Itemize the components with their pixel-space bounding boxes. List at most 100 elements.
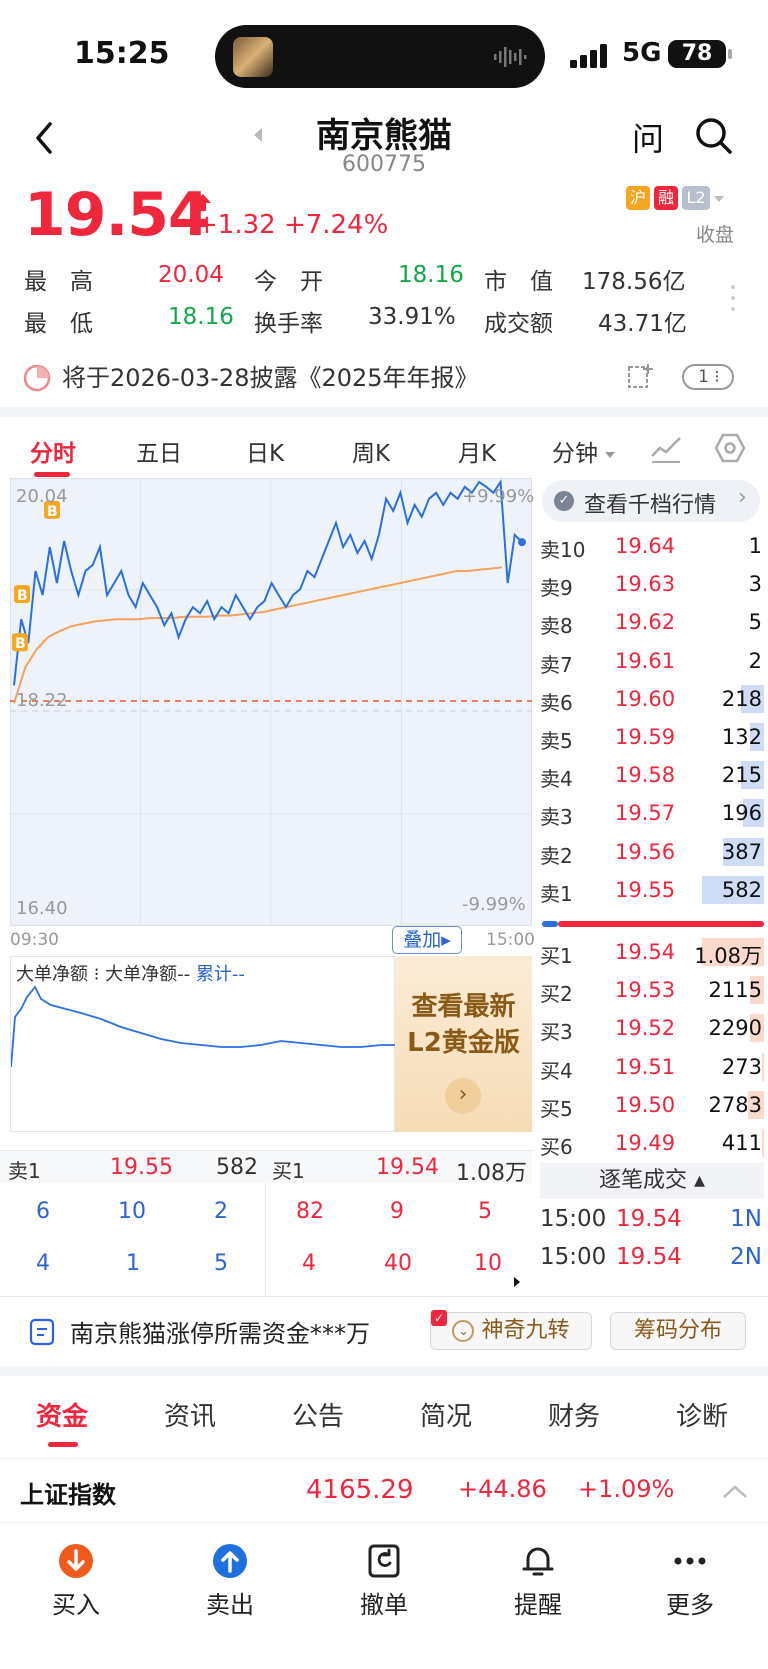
buy-label: 买入 <box>52 1591 100 1619</box>
full-depth-button[interactable]: ✓ 查看千档行情 › <box>542 480 760 522</box>
queue-bid-qty: 1.08万 <box>456 1161 527 1186</box>
level-price: 19.59 <box>615 725 676 749</box>
level-price: 19.63 <box>615 572 676 597</box>
overlay-button[interactable]: 叠加▸ <box>392 926 462 954</box>
level-price: 19.51 <box>615 1054 676 1079</box>
add-widget-icon[interactable] <box>626 362 654 390</box>
amount-label: 成交额 <box>484 311 553 337</box>
ask-level-row[interactable]: 卖7 19.61 2 <box>540 643 764 681</box>
ask-level-row[interactable]: 卖2 19.56 387 <box>540 834 764 872</box>
checkbox-checked-icon[interactable]: ✓ <box>431 1310 447 1326</box>
net-flow-title: 大单净额 <box>16 964 88 985</box>
report-notice[interactable]: 将于2026-03-28披露《2025年年报》 <box>62 358 479 393</box>
level-label: 买3 <box>540 1020 573 1045</box>
l2-tag[interactable]: L2 <box>682 186 710 210</box>
avg-price-line <box>13 566 503 704</box>
scroll-right-icon[interactable] <box>514 1277 520 1287</box>
trade-row: 15:00 19.54 2N <box>540 1244 764 1280</box>
high-value: 20.04 <box>158 262 224 288</box>
high-label: 最 高 <box>24 269 93 295</box>
intraday-chart[interactable]: BBB <box>10 478 532 926</box>
check-circle-icon: ✓ <box>554 491 574 511</box>
level-qty: 1 <box>748 534 762 558</box>
notice-actions: 1 ⁝ <box>622 360 742 394</box>
x-start-label: 09:30 <box>10 930 59 950</box>
indicator-icon[interactable] <box>650 434 682 464</box>
buy-marker[interactable]: B <box>12 633 28 652</box>
chevron-down-icon[interactable] <box>714 195 724 202</box>
tab-diagnosis[interactable]: 诊断 <box>676 1396 728 1433</box>
bid-level-row[interactable]: 买4 19.51 273 <box>540 1049 764 1087</box>
ask-level-row[interactable]: 卖1 19.55 582 <box>540 872 764 910</box>
bid-level-row[interactable]: 买3 19.52 2290 <box>540 1010 764 1048</box>
tab-announcements[interactable]: 公告 <box>292 1396 344 1433</box>
report-icon <box>23 364 51 392</box>
tab-profile[interactable]: 简况 <box>420 1396 472 1433</box>
tab-news[interactable]: 资讯 <box>164 1396 216 1433</box>
ask-level-row[interactable]: 卖8 19.62 5 <box>540 604 764 642</box>
bid-level-row[interactable]: 买2 19.53 2115 <box>540 972 764 1010</box>
sell-arrow-icon <box>213 1544 247 1578</box>
l2-promo-banner[interactable]: 查看最新 L2黄金版 › <box>395 956 532 1132</box>
notice-count-badge[interactable]: 1 ⁝ <box>682 364 734 390</box>
info-tabs: 资金 资讯 公告 简况 财务 诊断 <box>0 1376 768 1456</box>
overlay-label: 叠加 <box>403 929 442 951</box>
pct-top-label: +9.99% <box>462 486 535 507</box>
ask-level-row[interactable]: 卖4 19.58 215 <box>540 757 764 795</box>
buy-marker-label: B <box>17 588 28 604</box>
chevron-right-icon[interactable]: › <box>445 1078 481 1114</box>
ask-level-row[interactable]: 卖9 19.63 3 <box>540 566 764 604</box>
ask-button[interactable]: 问 <box>632 114 664 160</box>
level-qty: 411 <box>721 1131 762 1155</box>
last-price-dot <box>518 538 526 547</box>
bid-level-row[interactable]: 买5 19.50 2783 <box>540 1087 764 1125</box>
more-vertical-icon[interactable] <box>730 283 736 313</box>
level-qty: 3 <box>748 572 762 597</box>
dynamic-island[interactable] <box>215 25 545 88</box>
active-tab-indicator <box>48 1442 78 1447</box>
divider <box>0 1296 768 1297</box>
level-label: 买5 <box>540 1096 573 1121</box>
level-price: 19.50 <box>615 1092 676 1117</box>
bid-level-row[interactable]: 买1 19.54 1.08万 <box>540 934 764 972</box>
chip-distribution-button[interactable]: 筹码分布 <box>610 1312 746 1350</box>
buy-marker[interactable]: B <box>14 585 30 604</box>
ask-level-row[interactable]: 卖5 19.59 132 <box>540 719 764 757</box>
bid-level-row[interactable]: 买6 19.49 411 <box>540 1125 764 1163</box>
ask-level-row[interactable]: 卖3 19.57 196 <box>540 795 764 833</box>
tab-financials[interactable]: 财务 <box>548 1396 600 1433</box>
level-price: 19.62 <box>615 610 676 635</box>
settings-hex-icon[interactable] <box>714 432 746 464</box>
tab-five-day[interactable]: 五日 <box>136 434 182 468</box>
tab-funds[interactable]: 资金 <box>36 1396 88 1433</box>
active-tab-indicator <box>34 472 70 477</box>
queue-ask-cell: 5 <box>214 1251 228 1276</box>
magic-nine-button[interactable]: ✓ ⌄ 神奇九转 <box>430 1310 592 1350</box>
search-icon[interactable] <box>694 116 734 156</box>
tab-weekly-k[interactable]: 周K <box>352 434 390 468</box>
clock: 15:25 <box>74 36 170 71</box>
tab-monthly-k[interactable]: 月K <box>458 434 496 468</box>
queue-bid-cell: 4 <box>302 1251 316 1276</box>
open-value: 18.16 <box>398 262 464 288</box>
limit-up-fund-notice[interactable]: 南京熊猫涨停所需资金***万 <box>70 1314 370 1349</box>
ask-level-row[interactable]: 卖6 19.60 218 <box>540 681 764 719</box>
full-depth-label: 查看千档行情 <box>584 493 717 518</box>
signal-icon <box>570 44 607 68</box>
tab-intraday[interactable]: 分时 <box>30 434 76 468</box>
chevron-up-icon[interactable] <box>722 1485 748 1499</box>
level-label: 卖3 <box>540 805 573 830</box>
qty-bar <box>762 1052 764 1081</box>
tab-minute[interactable]: 分钟 <box>552 434 616 468</box>
caret-down-icon <box>605 451 616 458</box>
trade-price: 19.54 <box>616 1244 682 1270</box>
index-name: 上证指数 <box>20 1481 116 1509</box>
index-ticker[interactable]: 上证指数 4165.29 +44.86 +1.09% <box>0 1458 768 1522</box>
ask-level-row[interactable]: 卖10 19.64 1 <box>540 528 764 566</box>
queue-bid-cell: 40 <box>384 1251 412 1276</box>
tab-daily-k[interactable]: 日K <box>246 434 284 468</box>
tick-trades-header[interactable]: 逐笔成交 ▴ <box>540 1163 764 1199</box>
session-status: 收盘 <box>696 224 735 246</box>
index-change: +44.86 <box>458 1475 547 1503</box>
bell-icon <box>522 1547 554 1576</box>
